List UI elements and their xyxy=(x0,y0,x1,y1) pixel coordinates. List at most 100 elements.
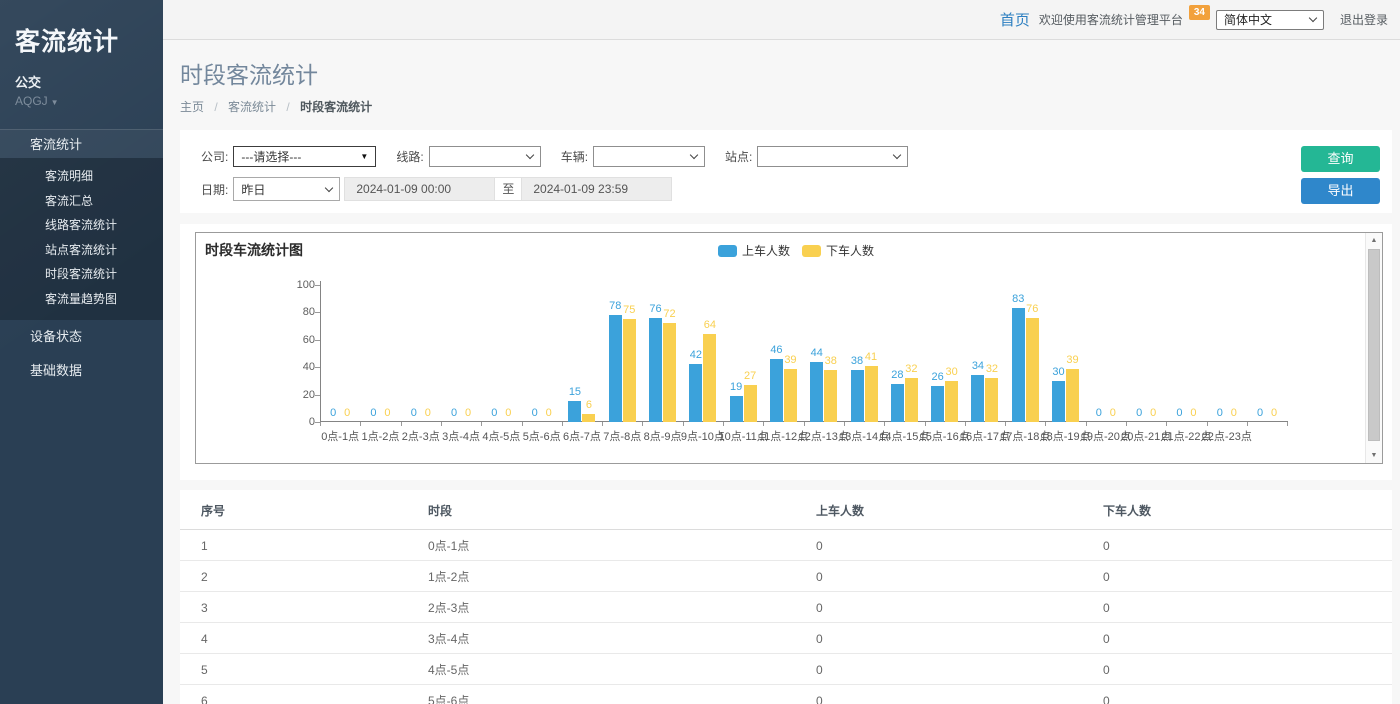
scroll-up-icon[interactable]: ▲ xyxy=(1366,233,1382,248)
sidebar: 客流统计 公交 AQGJ▼ 客流统计 客流明细客流汇总线路客流统计站点客流统计时… xyxy=(0,0,163,704)
chart-scrollbar[interactable]: ▲ ▼ xyxy=(1365,233,1382,463)
table-row: 32点-3点00 xyxy=(180,592,1392,623)
bar-value-label: 44 xyxy=(811,347,823,359)
table-cell: 0 xyxy=(1082,592,1392,623)
sidebar-item-1[interactable]: 客流汇总 xyxy=(0,189,163,214)
line-label: 线路: xyxy=(396,148,423,165)
table-cell: 1 xyxy=(180,530,407,561)
x-axis-tick xyxy=(723,422,724,426)
bar-boarding xyxy=(770,359,783,422)
date-from-input[interactable]: 2024-01-09 00:00 xyxy=(344,177,495,201)
station-select[interactable] xyxy=(757,146,908,167)
date-range-separator: 至 xyxy=(495,177,521,201)
bar-boarding xyxy=(971,375,984,422)
sidebar-section-0[interactable]: 设备状态 xyxy=(0,320,163,354)
table-cell: 1点-2点 xyxy=(407,561,795,592)
bar-value-label: 0 xyxy=(411,407,417,419)
x-axis-label: 5点-6点 xyxy=(523,428,561,444)
notification-badge[interactable]: 34 xyxy=(1189,5,1210,20)
sidebar-item-2[interactable]: 线路客流统计 xyxy=(0,213,163,238)
x-axis-tick xyxy=(844,422,845,426)
bar-boarding xyxy=(730,396,743,422)
export-button[interactable]: 导出 xyxy=(1301,178,1380,204)
language-select-value: 简体中文 xyxy=(1224,11,1272,28)
sidebar-item-3[interactable]: 站点客流统计 xyxy=(0,238,163,263)
logout-link[interactable]: 退出登录 xyxy=(1340,11,1388,28)
bar-value-label: 39 xyxy=(784,354,796,366)
bar-value-label: 0 xyxy=(1217,407,1223,419)
company-select[interactable]: ---请选择--- ▼ xyxy=(233,146,376,167)
content-column: 首页 欢迎使用客流统计管理平台 34 简体中文 退出登录 时段客流统计 主页 /… xyxy=(163,0,1400,704)
table-cell: 0 xyxy=(1082,685,1392,704)
app-title: 客流统计 xyxy=(15,22,163,58)
table-header-2: 上车人数 xyxy=(795,490,1082,530)
sidebar-other-items: 设备状态基础数据 xyxy=(0,320,163,388)
scrollbar-thumb[interactable] xyxy=(1368,249,1380,441)
table-cell: 0 xyxy=(795,530,1082,561)
breadcrumb-parent[interactable]: 客流统计 xyxy=(228,100,276,114)
bar-value-label: 75 xyxy=(623,304,635,316)
table-cell: 0 xyxy=(795,623,1082,654)
table-cell: 0 xyxy=(1082,561,1392,592)
sidebar-item-0[interactable]: 客流明细 xyxy=(0,164,163,189)
date-preset-select[interactable]: 昨日 xyxy=(233,177,340,201)
company-label: 公司: xyxy=(201,148,228,165)
x-axis-tick xyxy=(1287,422,1288,426)
x-axis-tick xyxy=(320,422,321,426)
bar-value-label: 6 xyxy=(586,399,592,411)
bar-alighting xyxy=(663,323,676,422)
breadcrumb-separator: / xyxy=(214,100,217,114)
bar-value-label: 41 xyxy=(865,351,877,363)
bar-boarding xyxy=(689,364,702,422)
dropdown-arrow-icon: ▼ xyxy=(360,152,368,161)
y-axis-tick xyxy=(315,367,320,368)
x-axis-label: 0点-1点 xyxy=(321,428,359,444)
bar-value-label: 0 xyxy=(330,407,336,419)
language-select[interactable]: 简体中文 xyxy=(1216,10,1324,30)
x-axis-label: 2点-3点 xyxy=(402,428,440,444)
company-select-value: ---请选择--- xyxy=(241,148,301,165)
main-area: 时段客流统计 主页 / 客流统计 / 时段客流统计 公司: ---请选择--- … xyxy=(163,40,1400,704)
breadcrumb-home[interactable]: 主页 xyxy=(180,100,204,114)
bar-alighting xyxy=(945,381,958,422)
filter-panel: 公司: ---请选择--- ▼ 线路: 车辆: 站点: xyxy=(180,130,1392,213)
bar-value-label: 0 xyxy=(1110,407,1116,419)
date-to-input[interactable]: 2024-01-09 23:59 xyxy=(521,177,672,201)
bar-value-label: 0 xyxy=(1096,407,1102,419)
bar-value-label: 0 xyxy=(1231,407,1237,419)
scroll-down-icon[interactable]: ▼ xyxy=(1366,448,1382,463)
bar-alighting xyxy=(744,385,757,422)
bar-value-label: 0 xyxy=(1150,407,1156,419)
table-cell: 2 xyxy=(180,561,407,592)
bar-value-label: 46 xyxy=(770,344,782,356)
line-select[interactable] xyxy=(429,146,541,167)
bar-value-label: 0 xyxy=(1136,407,1142,419)
bar-boarding xyxy=(568,401,581,422)
bar-value-label: 19 xyxy=(730,381,742,393)
x-axis-tick xyxy=(1005,422,1006,426)
vehicle-select[interactable] xyxy=(593,146,705,167)
filter-row-1: 公司: ---请选择--- ▼ 线路: 车辆: 站点: xyxy=(201,146,1392,167)
org-code-dropdown[interactable]: AQGJ▼ xyxy=(15,94,163,108)
x-axis-tick xyxy=(481,422,482,426)
sidebar-section-1[interactable]: 基础数据 xyxy=(0,354,163,388)
data-table-card: 序号时段上车人数下车人数 10点-1点0021点-2点0032点-3点0043点… xyxy=(180,490,1392,704)
bar-value-label: 26 xyxy=(932,371,944,383)
x-axis-label: 7点-8点 xyxy=(603,428,641,444)
home-link[interactable]: 首页 xyxy=(1000,9,1030,30)
sidebar-header: 客流统计 公交 AQGJ▼ xyxy=(0,0,163,108)
table-body: 10点-1点0021点-2点0032点-3点0043点-4点0054点-5点00… xyxy=(180,530,1392,704)
sidebar-item-5[interactable]: 客流量趋势图 xyxy=(0,287,163,312)
chart-panel: 时段车流统计图 上车人数 下车人数 0204060801000点-1点001点-… xyxy=(195,232,1383,464)
table-header-1: 时段 xyxy=(407,490,795,530)
bar-value-label: 0 xyxy=(344,407,350,419)
date-preset-value: 昨日 xyxy=(241,181,265,198)
x-axis-tick xyxy=(522,422,523,426)
org-code-label: AQGJ xyxy=(15,94,48,108)
bar-value-label: 0 xyxy=(370,407,376,419)
y-axis-tick xyxy=(315,395,320,396)
sidebar-section-passenger-stats[interactable]: 客流统计 xyxy=(0,129,163,158)
table-row: 10点-1点00 xyxy=(180,530,1392,561)
query-button[interactable]: 查询 xyxy=(1301,146,1380,172)
sidebar-item-4[interactable]: 时段客流统计 xyxy=(0,262,163,287)
